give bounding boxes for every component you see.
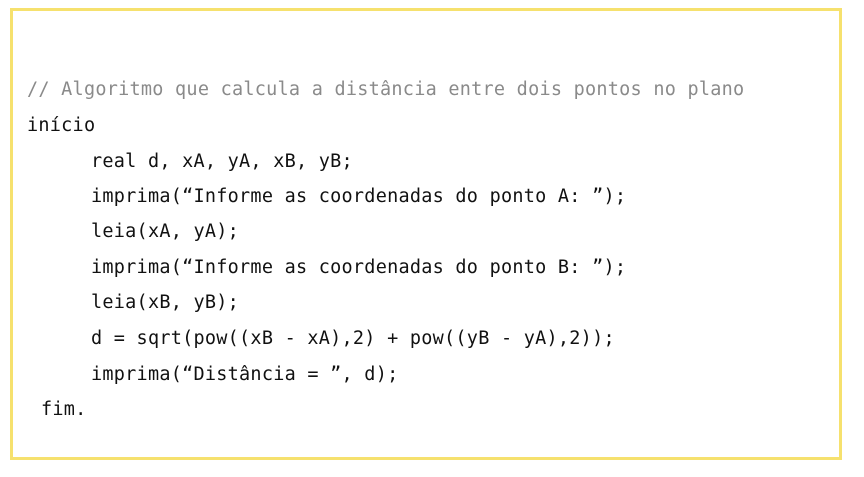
code-line-print-a: imprima(“Informe as coordenadas do ponto… xyxy=(91,186,627,207)
code-line-fim: fim. xyxy=(41,399,87,420)
code-line-declaration: real d, xA, yA, xB, yB; xyxy=(91,151,353,172)
code-line-distance: d = sqrt(pow((xB - xA),2) + pow((yB - yA… xyxy=(91,328,615,349)
code-line-read-b: leia(xB, yB); xyxy=(91,292,240,313)
code-line-inicio: início xyxy=(27,115,96,136)
code-line-print-b: imprima(“Informe as coordenadas do ponto… xyxy=(91,257,627,278)
code-line-read-a: leia(xA, yA); xyxy=(91,221,240,242)
code-comment: // Algoritmo que calcula a distância ent… xyxy=(27,79,745,100)
code-line-print-result: imprima(“Distância = ”, d); xyxy=(91,364,399,385)
code-box: // Algoritmo que calcula a distância ent… xyxy=(10,8,842,460)
code-block: // Algoritmo que calcula a distância ent… xyxy=(13,11,839,457)
